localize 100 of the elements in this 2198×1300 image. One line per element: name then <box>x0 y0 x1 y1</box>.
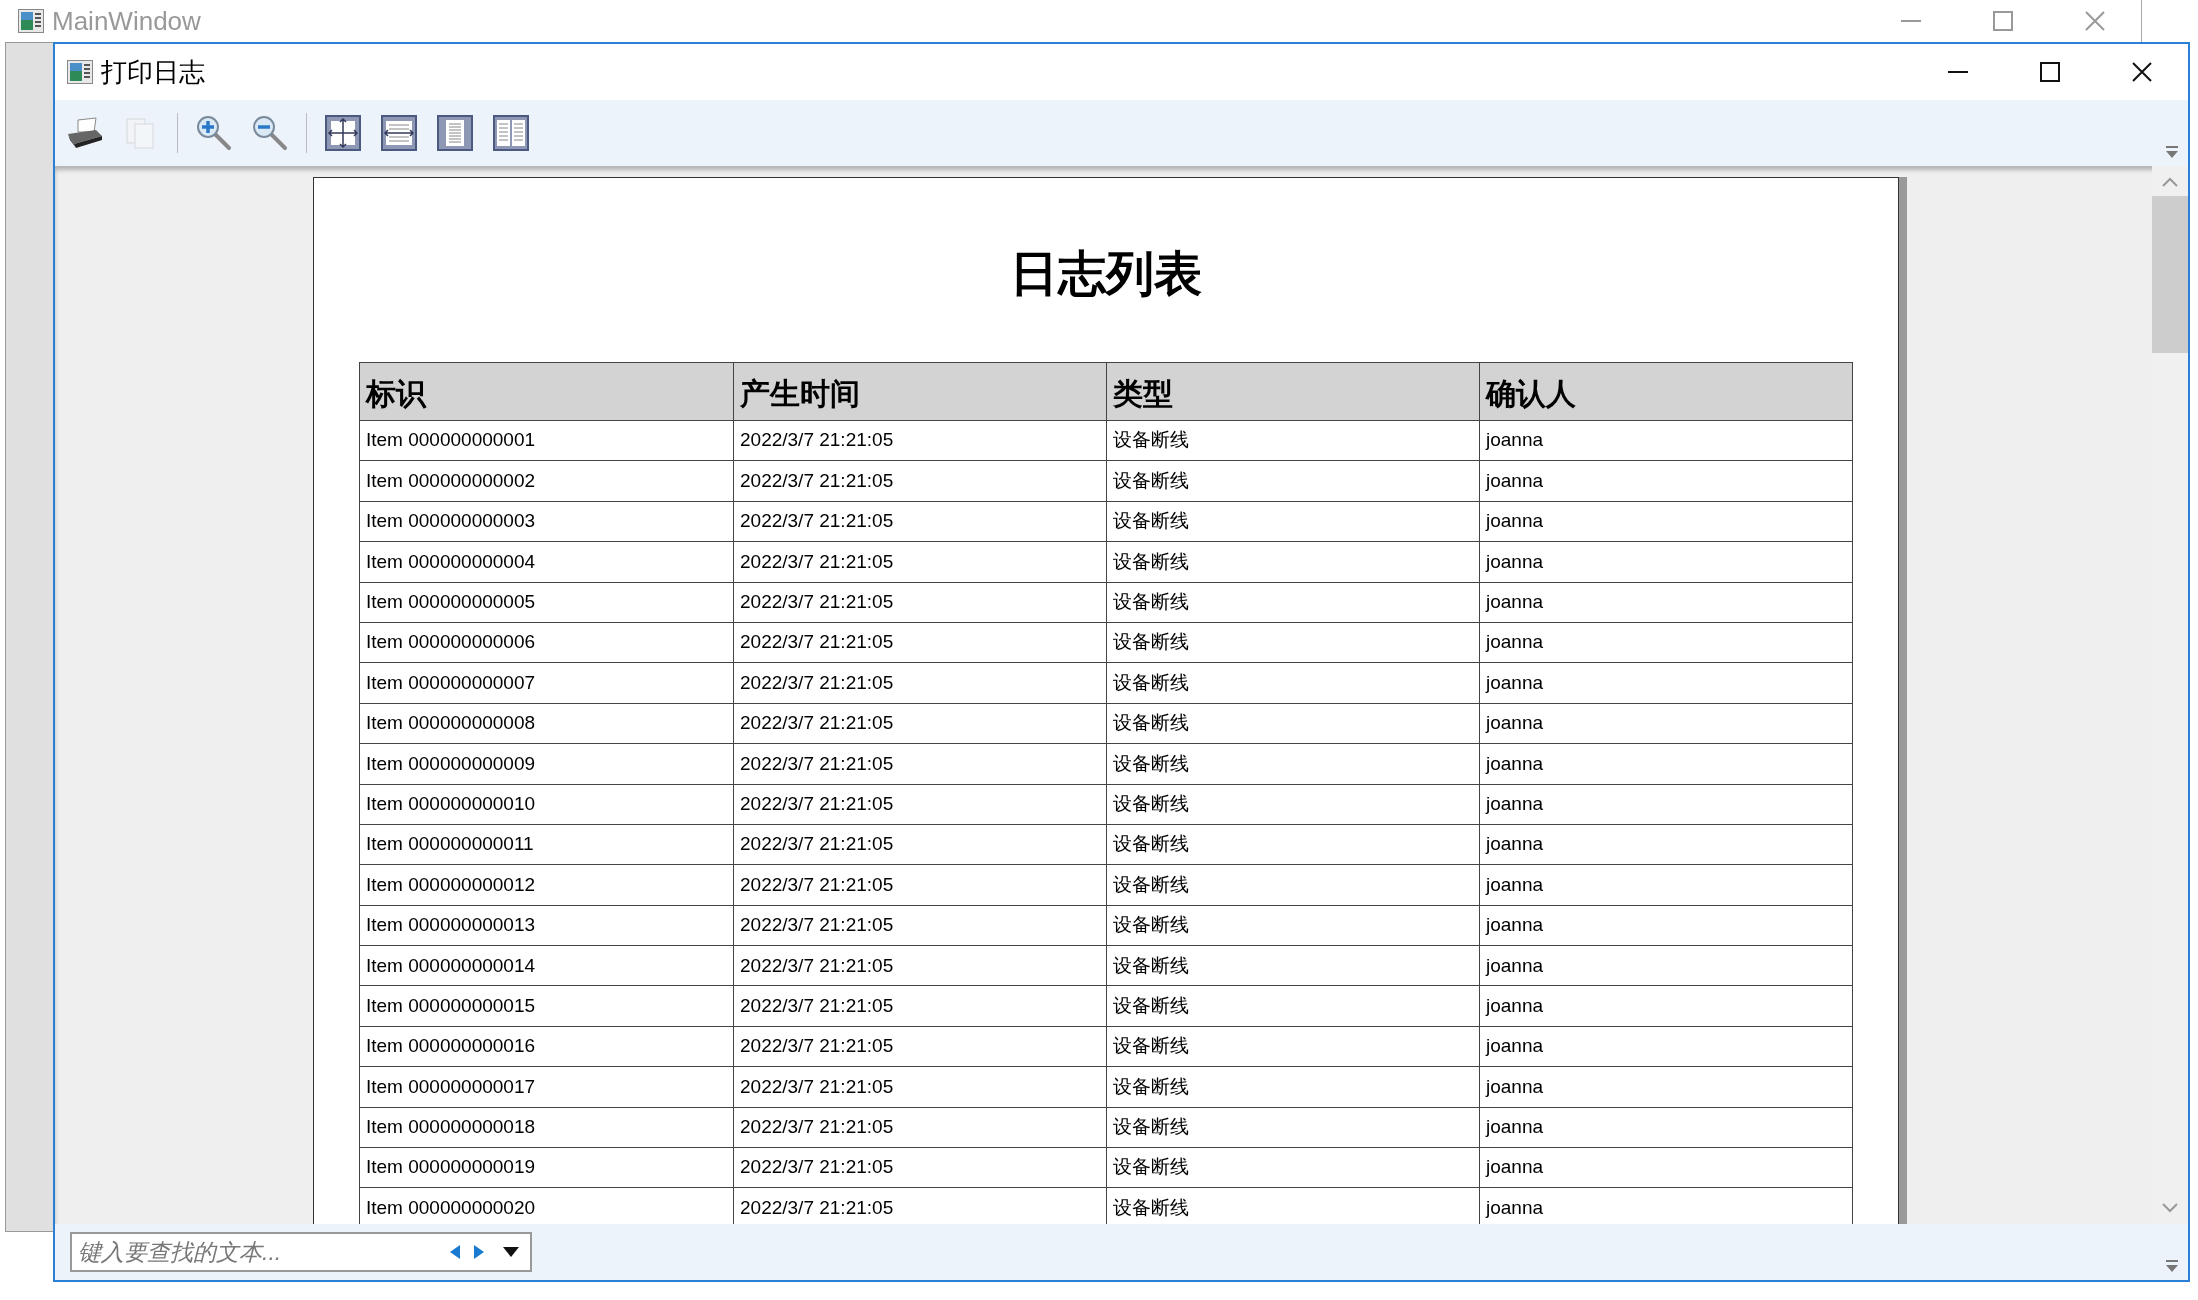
zoom-out-icon[interactable] <box>250 113 290 153</box>
scroll-up-icon[interactable] <box>2161 176 2179 188</box>
table-cell: joanna <box>1479 744 1852 784</box>
table-cell-text: Item 000000000002 <box>365 468 537 493</box>
table-cell: 设备断线 <box>1106 946 1479 986</box>
vertical-scrollbar[interactable] <box>2152 166 2188 1224</box>
table-cell: 设备断线 <box>1106 1026 1479 1067</box>
table-cell: 2022/3/7 21:21:05 <box>733 1107 1106 1148</box>
table-cell: joanna <box>1479 824 1852 865</box>
table-cell: 2022/3/7 21:21:05 <box>733 784 1106 824</box>
table-cell: 2022/3/7 21:21:05 <box>733 946 1106 986</box>
table-cell: joanna <box>1479 865 1852 905</box>
table-cell: 2022/3/7 21:21:05 <box>733 421 1106 461</box>
table-cell: joanna <box>1479 421 1852 461</box>
table-cell: joanna <box>1479 461 1852 501</box>
table-cell-text: Item 000000000007 <box>365 670 537 695</box>
table-cell: 2022/3/7 21:21:05 <box>733 1067 1106 1107</box>
table-cell: 设备断线 <box>1106 824 1479 865</box>
table-cell: 2022/3/7 21:21:05 <box>733 824 1106 865</box>
table-cell: 2022/3/7 21:21:05 <box>733 703 1106 744</box>
previous-icon[interactable] <box>448 1244 462 1260</box>
table-cell: joanna <box>1479 946 1852 986</box>
search-input[interactable]: 键入要查找的文本... <box>78 1234 438 1270</box>
table-cell: 设备断线 <box>1106 421 1479 461</box>
table-cell: 设备断线 <box>1106 905 1479 946</box>
table-cell-text: Item 000000000006 <box>365 630 537 655</box>
table-cell: joanna <box>1479 1148 1852 1188</box>
table-cell: joanna <box>1479 582 1852 622</box>
table-cell: joanna <box>1479 501 1852 542</box>
table-cell: 2022/3/7 21:21:05 <box>733 905 1106 946</box>
table-cell: 设备断线 <box>1106 1067 1479 1107</box>
overflow-icon[interactable] <box>2164 146 2180 160</box>
page-width-icon[interactable] <box>379 113 419 153</box>
table-cell: 2022/3/7 21:21:05 <box>733 501 1106 542</box>
table-cell: joanna <box>1479 1026 1852 1067</box>
table-cell: joanna <box>1479 542 1852 582</box>
scroll-down-icon[interactable] <box>2161 1202 2179 1214</box>
table-cell-text: Item 000000000016 <box>365 1034 537 1059</box>
table-cell: joanna <box>1479 1067 1852 1107</box>
table-cell: 2022/3/7 21:21:05 <box>733 461 1106 501</box>
table-cell: 2022/3/7 21:21:05 <box>733 1026 1106 1067</box>
table-cell: joanna <box>1479 622 1852 663</box>
table-cell-text: Item 000000000003 <box>365 509 537 534</box>
column-header: 标识 <box>364 376 428 412</box>
maximize-icon[interactable] <box>2040 62 2060 82</box>
window-title: 打印日志 <box>101 55 205 89</box>
table-cell-text: Item 000000000012 <box>365 872 537 897</box>
table-cell: 设备断线 <box>1106 582 1479 622</box>
column-header: 类型 <box>1106 363 1479 420</box>
overflow-icon[interactable] <box>2164 1260 2180 1274</box>
app-icon <box>18 9 44 33</box>
table-cell: 设备断线 <box>1106 622 1479 663</box>
table-cell-text: Item 000000000018 <box>365 1115 537 1140</box>
table-cell: 设备断线 <box>1106 703 1479 744</box>
table-cell-text: Item 000000000020 <box>365 1195 537 1220</box>
column-header: 产生时间 <box>733 363 1106 420</box>
table-cell: 设备断线 <box>1106 501 1479 542</box>
window-title: MainWindow <box>52 4 201 38</box>
table-cell-text: Item 000000000017 <box>365 1074 537 1099</box>
search-box[interactable]: 键入要查找的文本... <box>70 1232 532 1272</box>
table-cell-text: Item 000000000009 <box>365 751 537 776</box>
next-icon[interactable] <box>472 1244 486 1260</box>
close-icon[interactable] <box>2132 62 2152 82</box>
table-cell: 设备断线 <box>1106 1148 1479 1188</box>
table-cell: 设备断线 <box>1106 461 1479 501</box>
table-cell: 2022/3/7 21:21:05 <box>733 865 1106 905</box>
table-cell: 2022/3/7 21:21:05 <box>733 744 1106 784</box>
table-cell: 2022/3/7 21:21:05 <box>733 582 1106 622</box>
table-cell: 2022/3/7 21:21:05 <box>733 542 1106 582</box>
column-header: 确认人 <box>1479 363 1852 420</box>
table-cell: joanna <box>1479 784 1852 824</box>
table-cell: 设备断线 <box>1106 663 1479 703</box>
whole-page-icon[interactable] <box>323 113 363 153</box>
table-cell: 设备断线 <box>1106 986 1479 1026</box>
table-cell-text: Item 000000000005 <box>365 590 537 614</box>
zoom-in-icon[interactable] <box>194 113 234 153</box>
table-cell: joanna <box>1479 703 1852 744</box>
table-cell: joanna <box>1479 1107 1852 1148</box>
one-page-icon[interactable] <box>435 113 475 153</box>
table-cell: 设备断线 <box>1106 784 1479 824</box>
table-cell-text: Item 000000000013 <box>365 913 537 938</box>
table-cell-text: Item 000000000015 <box>365 993 537 1018</box>
table-cell: 2022/3/7 21:21:05 <box>733 1148 1106 1188</box>
table-cell: 设备断线 <box>1106 1107 1479 1148</box>
table-cell: joanna <box>1479 986 1852 1026</box>
table-cell: 2022/3/7 21:21:05 <box>733 663 1106 703</box>
table-cell: joanna <box>1479 663 1852 703</box>
table-cell: 2022/3/7 21:21:05 <box>733 986 1106 1026</box>
dropdown-caret-icon[interactable] <box>502 1246 520 1258</box>
table-cell: 2022/3/7 21:21:05 <box>733 622 1106 663</box>
table-cell-text: Item 000000000010 <box>365 791 537 816</box>
table-cell: joanna <box>1479 905 1852 946</box>
app-icon <box>67 60 93 84</box>
table-cell-text: Item 000000000014 <box>365 953 537 978</box>
two-pages-icon[interactable] <box>491 113 531 153</box>
table-cell: 设备断线 <box>1106 865 1479 905</box>
scrollbar-thumb[interactable] <box>2152 196 2188 353</box>
table-cell-text: Item 000000000019 <box>365 1155 537 1180</box>
table-cell-text: Item 000000000008 <box>365 711 537 736</box>
table-cell-text: Item 000000000001 <box>365 428 537 453</box>
